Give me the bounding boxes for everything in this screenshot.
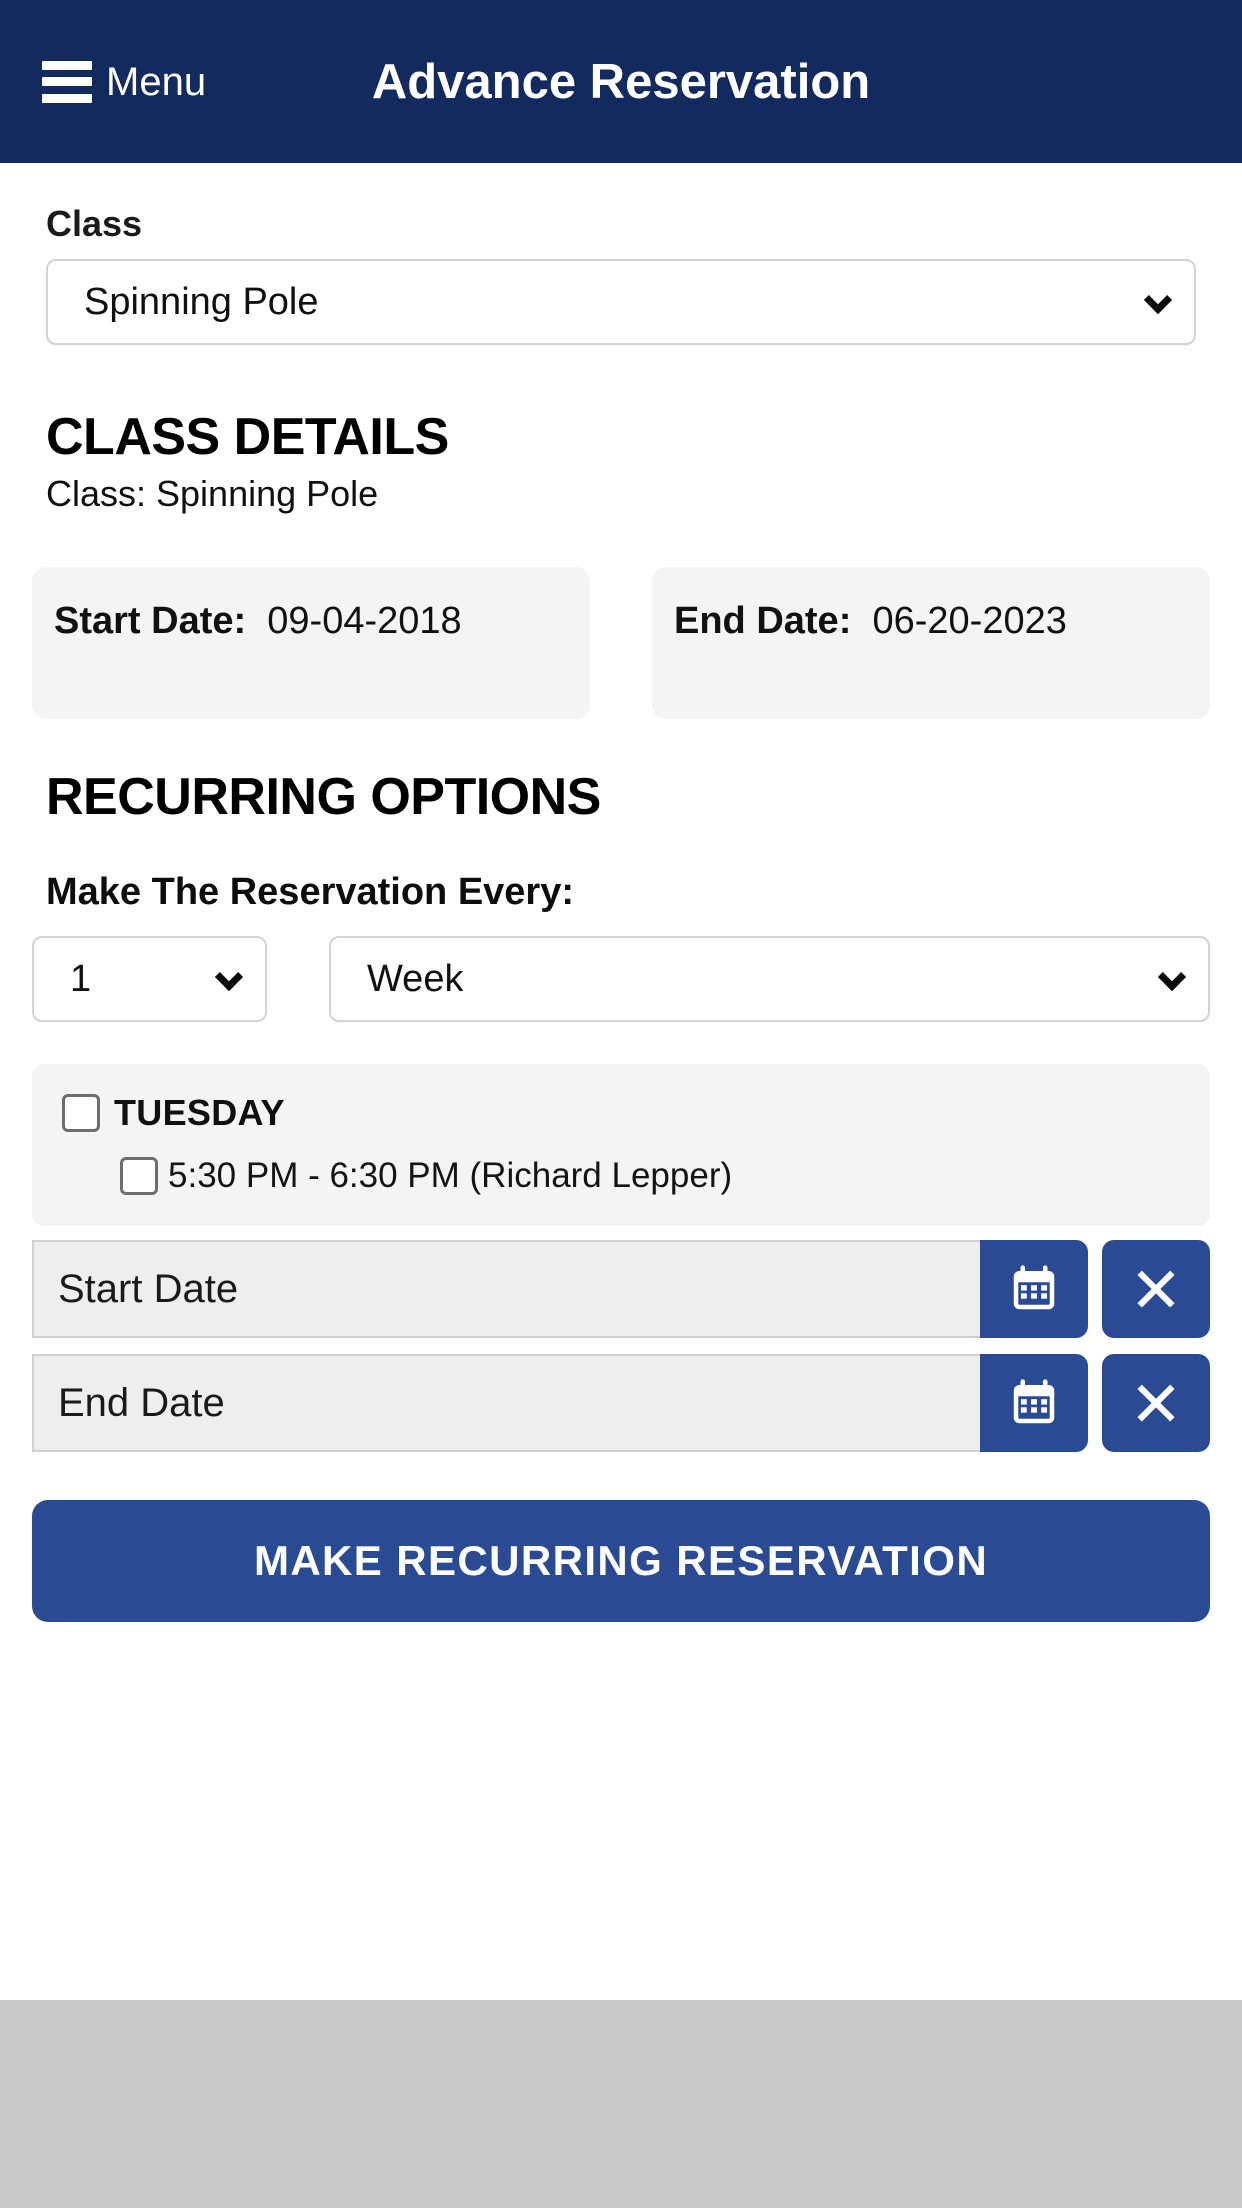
start-date-card-label: Start Date: [54, 600, 247, 642]
interval-unit-select[interactable]: Week [329, 936, 1210, 1022]
start-date-card: Start Date: 09-04-2018 [32, 567, 590, 719]
day-row[interactable]: TUESDAY [62, 1092, 1180, 1134]
start-date-picker-row [32, 1240, 1210, 1338]
time-slot-row[interactable]: 5:30 PM - 6:30 PM (Richard Lepper) [120, 1156, 1180, 1196]
time-slot-label: 5:30 PM - 6:30 PM (Richard Lepper) [168, 1156, 733, 1195]
recurring-options-section: RECURRING OPTIONS Make The Reservation E… [0, 767, 1242, 1226]
class-label: Class [46, 203, 143, 244]
hamburger-icon [42, 60, 92, 103]
calendar-icon [1007, 1376, 1061, 1430]
end-date-card-label: End Date: [674, 600, 852, 642]
start-date-card-value: 09-04-2018 [267, 600, 462, 642]
chevron-down-icon [1157, 962, 1187, 992]
close-x-icon [1131, 1378, 1181, 1428]
end-date-calendar-button[interactable] [980, 1354, 1088, 1452]
close-x-icon [1131, 1264, 1181, 1314]
start-date-input[interactable] [32, 1240, 980, 1338]
class-details-heading: CLASS DETAILS [46, 408, 449, 466]
calendar-icon [1007, 1262, 1061, 1316]
recurring-prompt: Make The Reservation Every: [46, 871, 575, 913]
class-details-section: CLASS DETAILS Class: Spinning Pole Start… [0, 407, 1242, 719]
class-select-value: Spinning Pole [84, 280, 319, 323]
class-select[interactable]: Spinning Pole [46, 259, 1196, 345]
end-date-input-wrap [32, 1354, 1088, 1452]
class-date-cards: Start Date: 09-04-2018 End Date: 06-20-2… [0, 567, 1242, 719]
end-date-input[interactable] [32, 1354, 980, 1452]
day-checkbox-tuesday[interactable] [62, 1094, 100, 1132]
start-date-clear-button[interactable] [1102, 1240, 1210, 1338]
page-body: Class Spinning Pole CLASS DETAILS Class:… [0, 163, 1242, 2000]
chevron-down-icon [214, 962, 244, 992]
make-recurring-reservation-button[interactable]: MAKE RECURRING RESERVATION [32, 1500, 1210, 1622]
interval-count-select[interactable]: 1 [32, 936, 267, 1022]
class-field-block: Class Spinning Pole [0, 163, 1242, 345]
footer-area [0, 2000, 1242, 2208]
menu-label: Menu [106, 59, 207, 104]
time-slot-checkbox[interactable] [120, 1157, 158, 1195]
menu-button[interactable]: Menu [42, 59, 207, 104]
app-header: Menu Advance Reservation [0, 0, 1242, 163]
end-date-card-value: 06-20-2023 [872, 600, 1067, 642]
end-date-clear-button[interactable] [1102, 1354, 1210, 1452]
day-label: TUESDAY [114, 1092, 285, 1133]
recurring-options-heading: RECURRING OPTIONS [46, 768, 601, 826]
start-date-calendar-button[interactable] [980, 1240, 1088, 1338]
chevron-down-icon [1143, 285, 1173, 315]
class-details-class-line: Class: Spinning Pole [46, 473, 379, 514]
interval-count-value: 1 [70, 957, 92, 1000]
start-date-input-wrap [32, 1240, 1088, 1338]
end-date-picker-row [32, 1354, 1210, 1452]
day-selection-panel: TUESDAY 5:30 PM - 6:30 PM (Richard Leppe… [32, 1064, 1210, 1226]
interval-unit-value: Week [367, 957, 464, 1000]
end-date-card: End Date: 06-20-2023 [652, 567, 1210, 719]
interval-row: 1 Week [0, 936, 1242, 1022]
